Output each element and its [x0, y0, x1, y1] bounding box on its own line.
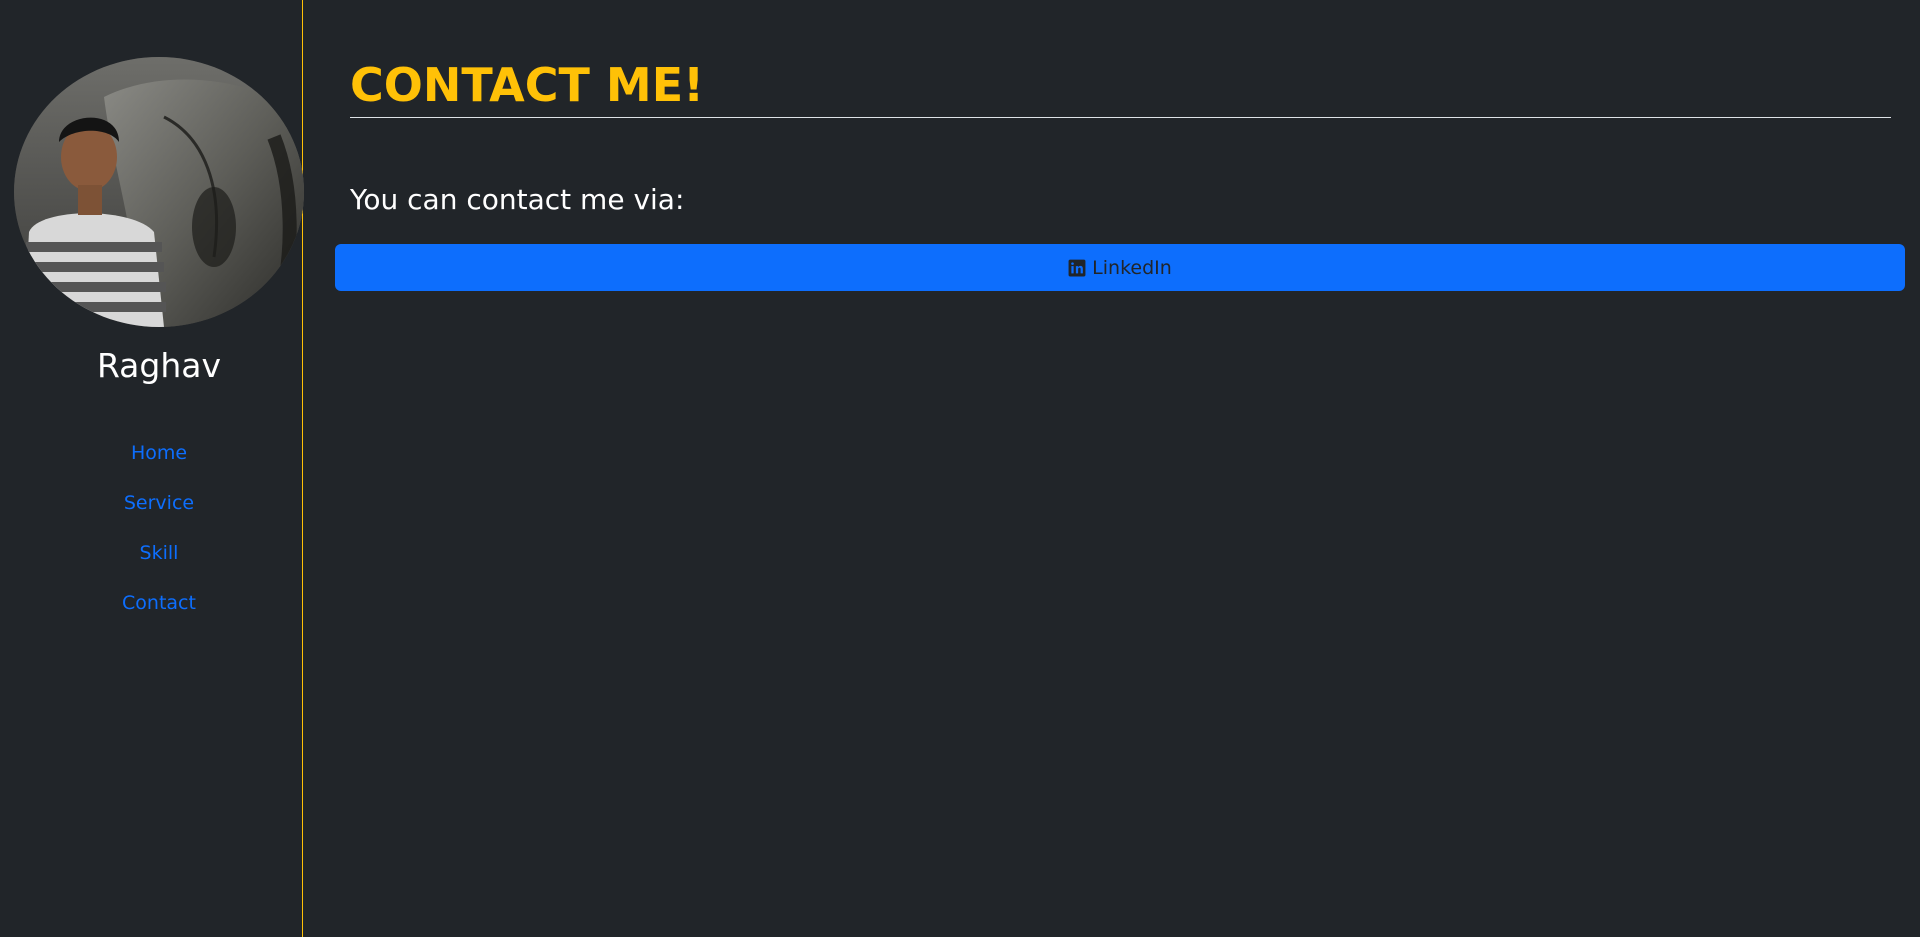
nav-item-skill[interactable]: Skill — [0, 533, 318, 583]
nav-item-service[interactable]: Service — [0, 483, 318, 533]
sidebar-nav: Home Service Skill Contact — [0, 433, 318, 633]
profile-name: Raghav — [96, 346, 222, 385]
title-divider — [350, 117, 1891, 118]
nav-item-contact[interactable]: Contact — [0, 583, 318, 633]
avatar — [14, 57, 304, 327]
main-content: CONTACT ME! You can contact me via: Link… — [304, 0, 1920, 937]
contact-intro-text: You can contact me via: — [350, 183, 685, 216]
profile-photo — [14, 57, 304, 327]
linkedin-icon — [1068, 259, 1086, 276]
page-title: CONTACT ME! — [350, 58, 705, 112]
nav-item-home[interactable]: Home — [0, 433, 318, 483]
sidebar: Raghav Home Service Skill Contact — [0, 0, 304, 937]
linkedin-button[interactable]: LinkedIn — [335, 244, 1905, 291]
linkedin-button-label: LinkedIn — [1092, 256, 1172, 279]
